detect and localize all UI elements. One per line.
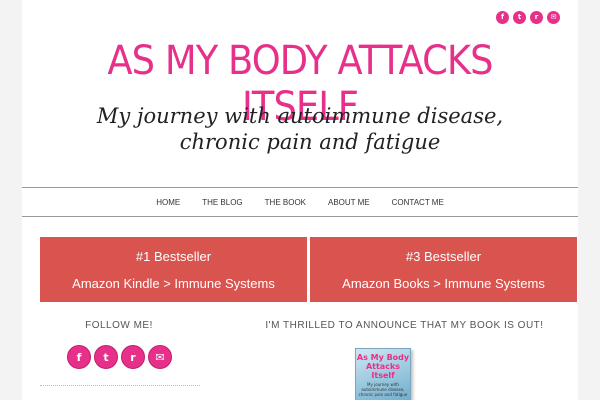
bestseller-category: Amazon Books > Immune Systems xyxy=(342,276,545,291)
email-icon[interactable]: ✉ xyxy=(148,345,172,369)
tagline-line-1: My journey with autoimmune disease, xyxy=(96,104,504,128)
rss-icon[interactable]: r xyxy=(530,11,543,24)
bestseller-banner-kindle[interactable]: #1 Bestseller Amazon Kindle > Immune Sys… xyxy=(40,237,307,302)
main-nav: HOME THE BLOG THE BOOK ABOUT ME CONTACT … xyxy=(22,187,578,217)
book-cover-title: As My Body Attacks Itself xyxy=(356,353,410,380)
nav-contact-me[interactable]: CONTACT ME xyxy=(381,198,455,207)
follow-me-heading: FOLLOW ME! xyxy=(85,320,153,331)
book-cover-image[interactable]: As My Body Attacks Itself My journey wit… xyxy=(355,348,411,400)
tagline-line-2: chronic pain and fatigue xyxy=(179,130,441,154)
bestseller-rank: #1 Bestseller xyxy=(135,249,212,264)
bestseller-rank: #3 Bestseller xyxy=(405,249,482,264)
follow-social-icons: f t r ✉ xyxy=(67,345,172,369)
bestseller-banner-books[interactable]: #3 Bestseller Amazon Books > Immune Syst… xyxy=(310,237,577,302)
nav-about-me[interactable]: ABOUT ME xyxy=(317,198,381,207)
rss-icon[interactable]: r xyxy=(121,345,145,369)
book-cover-subtitle: My journey with autoimmune disease, chro… xyxy=(358,382,408,397)
twitter-icon[interactable]: t xyxy=(513,11,526,24)
sidebar-divider xyxy=(40,385,200,386)
nav-the-blog[interactable]: THE BLOG xyxy=(191,198,253,207)
nav-the-book[interactable]: THE BOOK xyxy=(254,198,317,207)
nav-home[interactable]: HOME xyxy=(145,198,191,207)
page: f t r ✉ AS MY BODY ATTACKS ITSELF My jou… xyxy=(22,0,578,400)
announcement-heading: I'M THRILLED TO ANNOUNCE THAT MY BOOK IS… xyxy=(265,320,544,331)
site-tagline: My journey with autoimmune disease, chro… xyxy=(22,103,578,155)
twitter-icon[interactable]: t xyxy=(94,345,118,369)
facebook-icon[interactable]: f xyxy=(67,345,91,369)
facebook-icon[interactable]: f xyxy=(496,11,509,24)
top-social-icons: f t r ✉ xyxy=(496,11,560,24)
bestseller-category: Amazon Kindle > Immune Systems xyxy=(72,276,275,291)
email-icon[interactable]: ✉ xyxy=(547,11,560,24)
